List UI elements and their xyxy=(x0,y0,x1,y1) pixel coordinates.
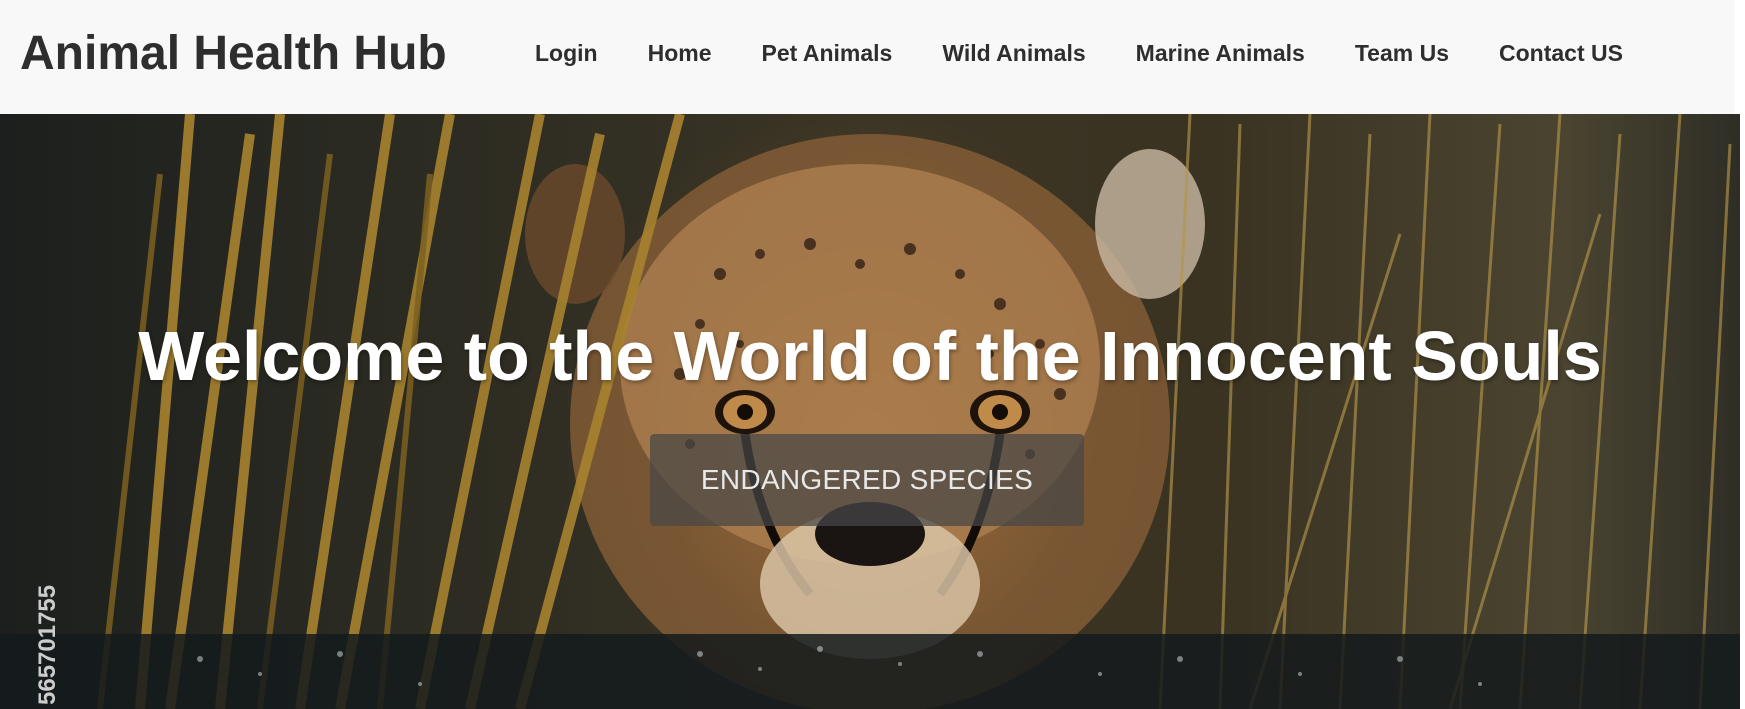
hero-title: Welcome to the World of the Innocent Sou… xyxy=(138,317,1602,395)
nav-link-pet-animals[interactable]: Pet Animals xyxy=(737,40,918,67)
nav-link-home[interactable]: Home xyxy=(623,40,737,67)
nav-link-marine-animals[interactable]: Marine Animals xyxy=(1111,40,1330,67)
nav-link-login[interactable]: Login xyxy=(510,40,623,67)
hero-section: Welcome to the World of the Innocent Sou… xyxy=(0,114,1740,709)
site-brand[interactable]: Animal Health Hub xyxy=(20,26,447,81)
nav-link-contact-us[interactable]: Contact US xyxy=(1474,40,1648,67)
navbar: Animal Health Hub Login Home Pet Animals… xyxy=(0,0,1740,114)
nav-link-wild-animals[interactable]: Wild Animals xyxy=(917,40,1110,67)
hero-background-image xyxy=(0,114,1740,709)
image-watermark-id: 565701755 xyxy=(34,584,61,705)
nav-menu: Login Home Pet Animals Wild Animals Mari… xyxy=(510,40,1648,67)
nav-link-team-us[interactable]: Team Us xyxy=(1330,40,1474,67)
endangered-species-button[interactable]: ENDANGERED SPECIES xyxy=(650,434,1084,526)
